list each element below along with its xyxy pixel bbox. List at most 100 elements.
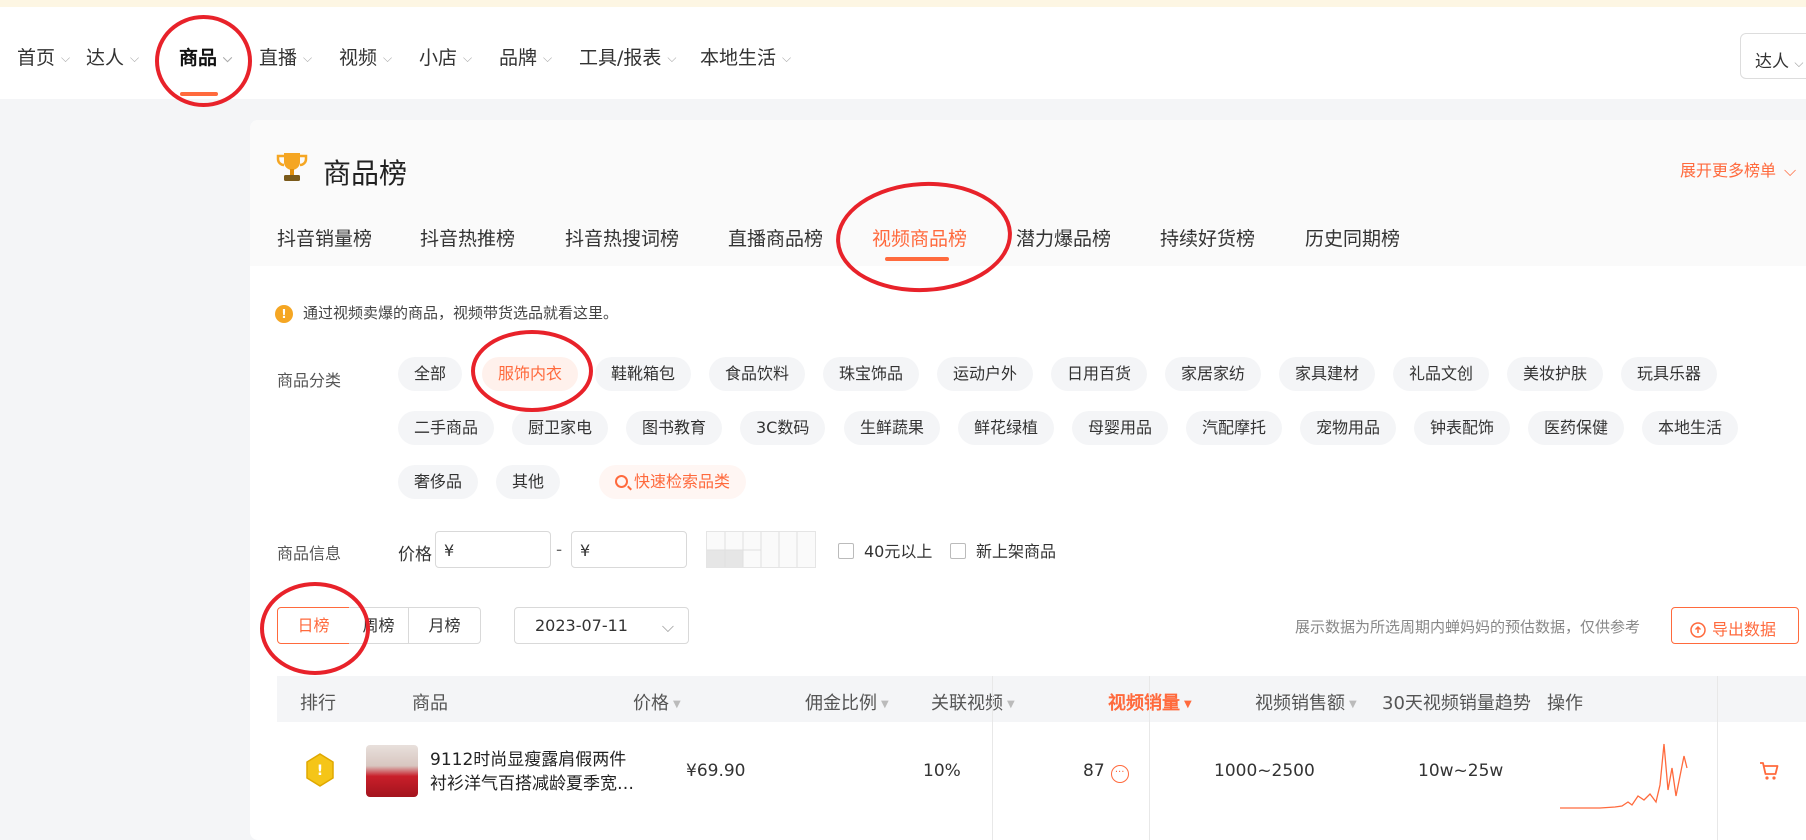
quick-search-category-button[interactable]: 快速检索品类 (599, 465, 747, 499)
tab-douyin-hot-search[interactable]: 抖音热搜词榜 (565, 224, 679, 251)
expand-label: 展开更多榜单 (1680, 161, 1777, 180)
category-chip[interactable]: 鞋靴箱包 (595, 357, 692, 391)
checkbox-box[interactable] (838, 543, 854, 559)
checkbox-box[interactable] (950, 543, 966, 559)
category-chip[interactable]: 家具建材 (1279, 357, 1376, 391)
sort-icon: ▼ (881, 699, 889, 710)
export-button[interactable]: 导出数据 (1671, 607, 1799, 644)
nav-item-video[interactable]: 视频 ⌵ (339, 43, 392, 70)
col-videos[interactable]: 关联视频 ▼ (931, 689, 1015, 715)
tab-video-products[interactable]: 视频商品榜 (872, 224, 967, 251)
search-type-select[interactable]: 达人 ⌵ (1740, 33, 1806, 79)
category-chip[interactable]: 母婴用品 (1072, 411, 1169, 445)
category-chip[interactable]: 本地生活 (1642, 411, 1739, 445)
trophy-icon (276, 153, 308, 181)
nav-item-influencer[interactable]: 达人 ⌵ (86, 43, 139, 70)
chevron-down-icon: ⌵ (463, 51, 473, 65)
page-title: 商品榜 (323, 157, 408, 190)
price-preset-picker[interactable] (706, 531, 816, 568)
category-chip[interactable]: 其他 (496, 465, 561, 499)
tab-douyin-hot-push[interactable]: 抖音热推榜 (420, 224, 515, 251)
col-trend: 30天视频销量趋势 (1382, 693, 1531, 714)
product-commission: 10% (923, 761, 961, 781)
svg-text:!: ! (317, 763, 323, 779)
tab-live-products[interactable]: 直播商品榜 (728, 224, 823, 251)
category-chip[interactable]: 汽配摩托 (1186, 411, 1283, 445)
category-chip[interactable]: 钟表配饰 (1414, 411, 1511, 445)
category-chip[interactable]: 美妆护肤 (1507, 357, 1604, 391)
nav-label: 商品 (179, 47, 218, 69)
nav-item-products[interactable]: 商品 ⌵ (179, 43, 232, 70)
category-chip[interactable]: 食品饮料 (709, 357, 806, 391)
nav-item-brand[interactable]: 品牌 ⌵ (499, 43, 552, 70)
product-video-revenue: 10w~25w (1418, 761, 1504, 781)
info-tip: ! 通过视频卖爆的商品，视频带货选品就看这里。 (275, 302, 618, 323)
category-chip[interactable]: 鲜花绿植 (958, 411, 1055, 445)
nav-active-indicator (180, 92, 218, 96)
col-commission[interactable]: 佣金比例 ▼ (805, 689, 889, 715)
cart-icon[interactable] (1758, 760, 1780, 782)
product-name-line: 衬衫洋气百搭减龄夏季宽… (430, 774, 634, 794)
category-chip[interactable]: 珠宝饰品 (823, 357, 920, 391)
product-price: ¥69.90 (686, 761, 746, 781)
category-chip[interactable]: 图书教育 (626, 411, 723, 445)
tip-text: 通过视频卖爆的商品，视频带货选品就看这里。 (303, 304, 619, 322)
date-picker[interactable]: 2023-07-11 ⌵ (514, 607, 689, 644)
category-chip-active[interactable]: 服饰内衣 (482, 357, 579, 391)
nav-label: 本地生活 (700, 47, 777, 69)
tab-potential-hits[interactable]: 潜力爆品榜 (1016, 224, 1111, 251)
product-video-count[interactable]: 87 ··· (1083, 761, 1129, 783)
chevron-down-icon: ⌵ (782, 51, 792, 65)
category-chip[interactable]: 运动户外 (937, 357, 1034, 391)
rank-gold-medal-icon: ! (306, 753, 334, 787)
chevron-down-icon: ⌵ (667, 51, 677, 65)
category-chip[interactable]: 全部 (398, 357, 463, 391)
category-chip[interactable]: 厨卫家电 (512, 411, 609, 445)
category-chip[interactable]: 宠物用品 (1300, 411, 1397, 445)
top-nav: 首页 ⌵ 达人 ⌵ 商品 ⌵ 直播 ⌵ 视频 ⌵ 小店 ⌵ 品牌 ⌵ 工具/报表 ⌵ 本地生活 ⌵… (0, 7, 1806, 99)
period-monthly[interactable]: 月榜 (408, 607, 481, 644)
period-daily[interactable]: 日榜 (277, 607, 350, 644)
data-disclaimer: 展示数据为所选周期内蝉妈妈的预估数据，仅供参考 (1295, 618, 1641, 636)
tab-historical-period[interactable]: 历史同期榜 (1305, 224, 1400, 251)
product-name[interactable]: 9112时尚显瘦露肩假两件 衬衫洋气百搭减龄夏季宽… (430, 748, 650, 796)
col-label: 视频销量 (1108, 693, 1180, 714)
category-chip[interactable]: 生鲜蔬果 (844, 411, 941, 445)
category-chip[interactable]: 奢侈品 (398, 465, 479, 499)
expand-more-rankings[interactable]: 展开更多榜单 ⌵ (1680, 157, 1796, 181)
category-chip[interactable]: 医药保健 (1528, 411, 1625, 445)
category-chip[interactable]: 3C数码 (740, 411, 826, 445)
export-label: 导出数据 (1712, 620, 1777, 639)
table-header: 排行 商品 价格 ▼ 佣金比例 ▼ 关联视频 ▼ 视频销量 ▼ 视频销售额 ▼ 30天视频… (277, 676, 1806, 722)
nav-item-tools[interactable]: 工具/报表 ⌵ (579, 43, 677, 70)
category-chip[interactable]: 二手商品 (398, 411, 495, 445)
checkbox-new-products[interactable]: 新上架商品 (950, 538, 1056, 562)
period-weekly[interactable]: 周榜 (349, 607, 409, 644)
col-revenue[interactable]: 视频销售额 ▼ (1255, 689, 1357, 715)
sort-icon: ▼ (1007, 699, 1015, 710)
tab-sustained-goods[interactable]: 持续好货榜 (1160, 224, 1255, 251)
top-strip (0, 0, 1806, 7)
product-thumbnail[interactable] (366, 745, 418, 797)
sort-icon: ▼ (1184, 699, 1192, 710)
col-price[interactable]: 价格 ▼ (633, 689, 681, 715)
category-chip[interactable]: 日用百货 (1051, 357, 1148, 391)
checkbox-over-40[interactable]: 40元以上 (838, 538, 932, 562)
nav-item-home[interactable]: 首页 ⌵ (17, 43, 70, 70)
category-chip[interactable]: 玩具乐器 (1621, 357, 1718, 391)
more-icon[interactable]: ··· (1110, 765, 1129, 783)
price-min-input[interactable]: ¥ (435, 531, 551, 568)
product-video-sales: 1000~2500 (1214, 761, 1315, 781)
upload-icon (1690, 622, 1706, 638)
category-chip[interactable]: 家居家纺 (1165, 357, 1262, 391)
warning-icon: ! (275, 304, 293, 323)
category-chip[interactable]: 礼品文创 (1393, 357, 1490, 391)
chevron-down-icon: ⌵ (223, 51, 233, 65)
tab-douyin-sales[interactable]: 抖音销量榜 (277, 224, 372, 251)
nav-item-shop[interactable]: 小店 ⌵ (419, 43, 472, 70)
nav-item-live[interactable]: 直播 ⌵ (259, 43, 312, 70)
nav-label: 工具/报表 (579, 47, 662, 69)
price-max-input[interactable]: ¥ (571, 531, 687, 568)
chevron-down-icon: ⌵ (130, 51, 140, 65)
nav-item-local-life[interactable]: 本地生活 ⌵ (700, 43, 791, 70)
